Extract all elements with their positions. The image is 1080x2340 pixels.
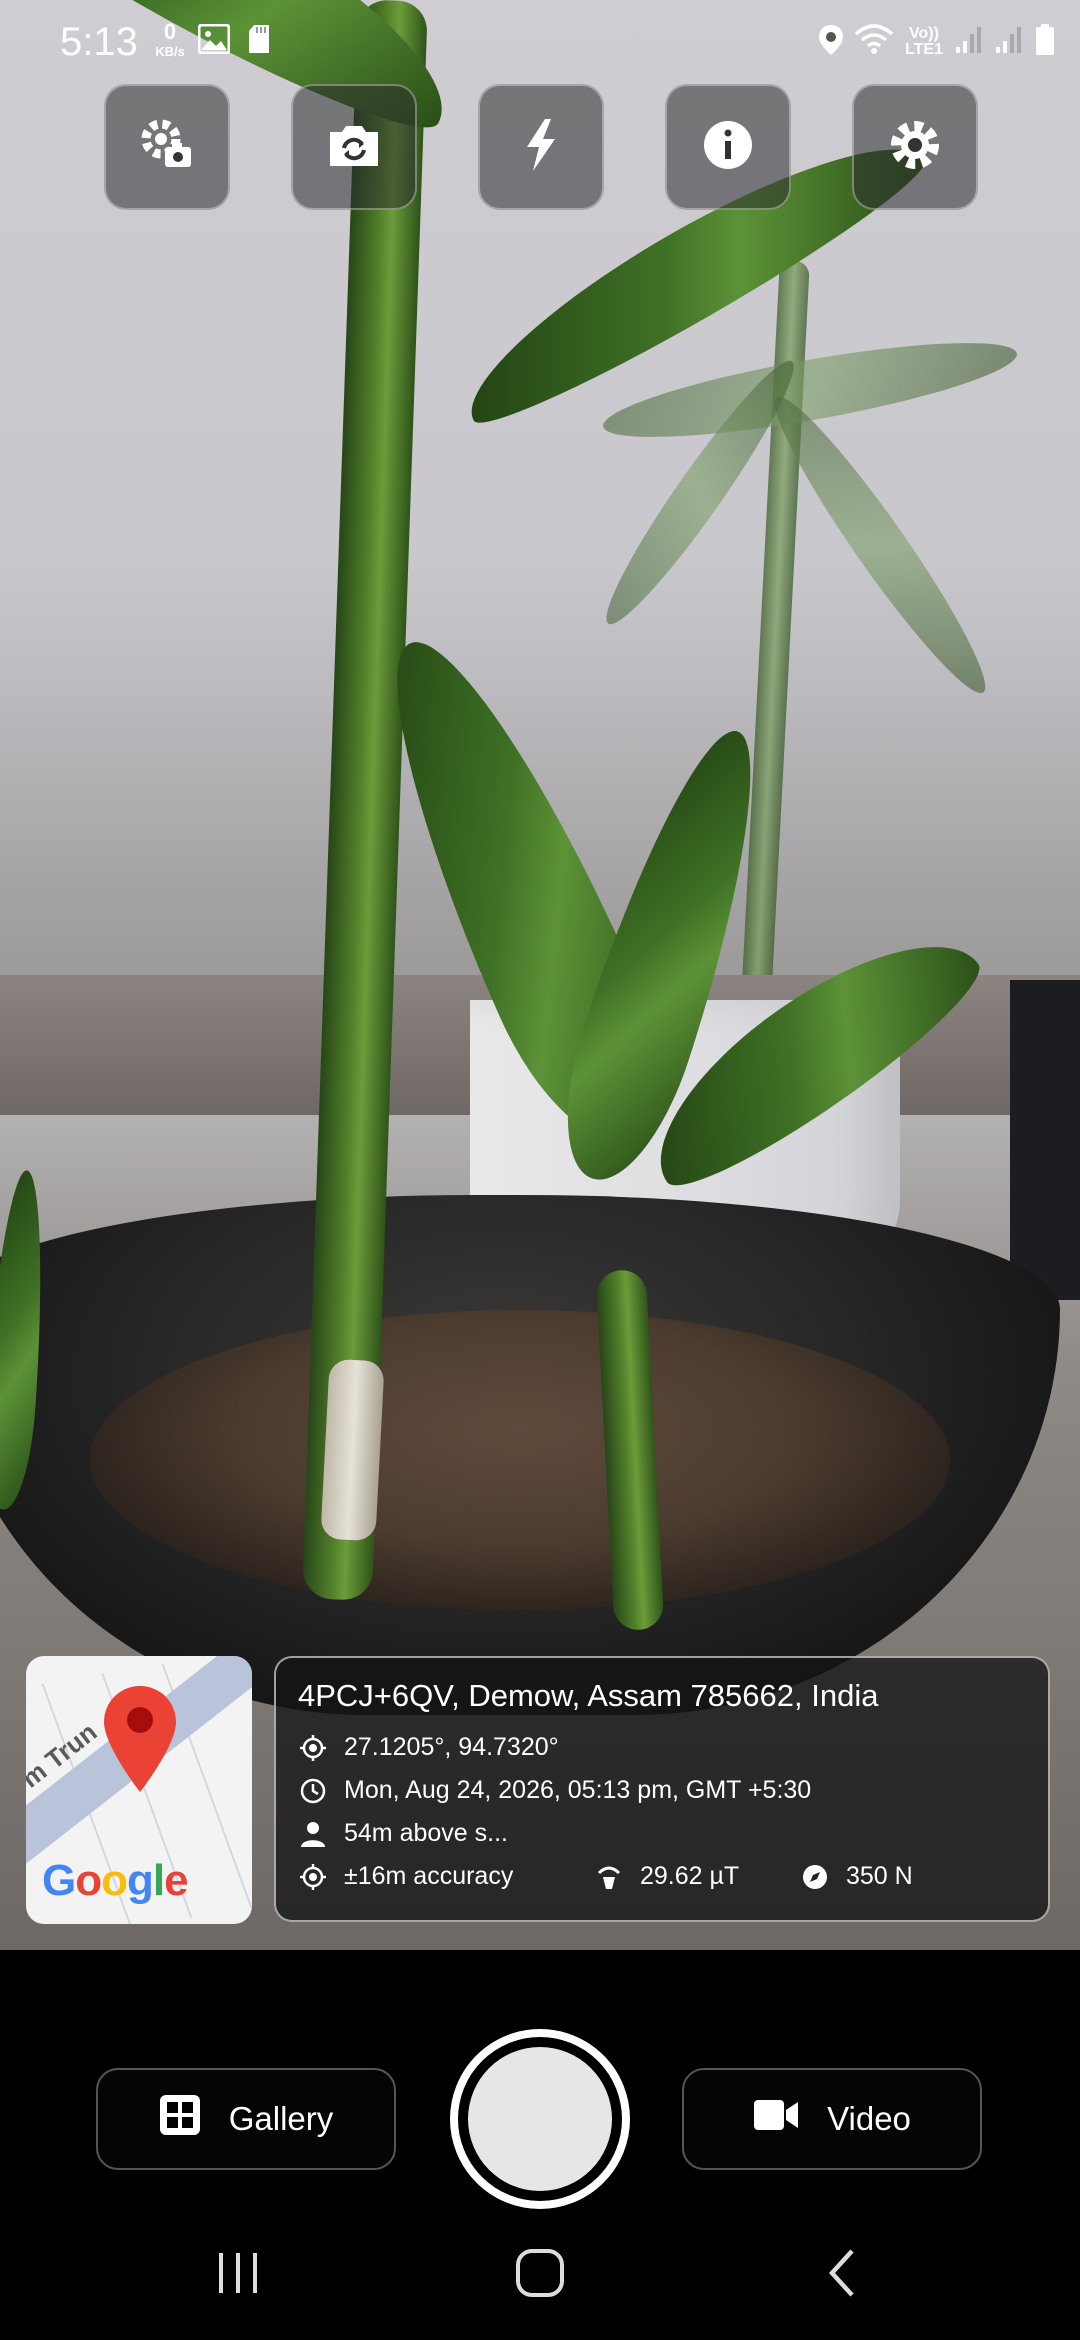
network-speed: 0 KB/s: [150, 19, 190, 62]
magnetic-field-text: 29.62 µT: [640, 1862, 740, 1890]
recent-apps-icon: [215, 2251, 261, 2300]
home-button[interactable]: [500, 2240, 580, 2310]
gear-icon: [888, 118, 942, 177]
sd-card-icon: [248, 24, 270, 59]
camera-settings-button[interactable]: [104, 84, 230, 210]
altitude-row: 54m above s...: [298, 1812, 1026, 1855]
location-info-panel[interactable]: 4PCJ+6QV, Demow, Assam 785662, India 27.…: [274, 1656, 1050, 1922]
shutter-inner: [468, 2047, 612, 2191]
camera-gear-icon: [139, 117, 195, 178]
flash-button[interactable]: [478, 84, 604, 210]
clock-icon: [298, 1776, 328, 1806]
accuracy-group: ±16m accuracy: [298, 1862, 594, 1892]
map-pin-icon: [102, 1684, 178, 1799]
coordinates-text: 27.1205°, 94.7320°: [344, 1733, 559, 1761]
sensor-row: ±16m accuracy 29.62 µT 350 N: [298, 1855, 1026, 1898]
stalk-base: [320, 1358, 385, 1542]
status-right-icons: Vo)) LTE1: [818, 20, 1056, 64]
video-button[interactable]: Video: [682, 2068, 982, 2170]
location-icon: [818, 24, 844, 61]
dark-pot: [1010, 980, 1080, 1300]
info-button[interactable]: [665, 84, 791, 210]
gallery-button[interactable]: Gallery: [96, 2068, 396, 2170]
network-speed-unit: KB/s: [155, 44, 185, 59]
compass-group: 350 N: [800, 1862, 913, 1892]
video-label: Video: [827, 2100, 911, 2137]
camera-switch-icon: [326, 120, 382, 175]
home-icon: [515, 2248, 565, 2303]
compass-icon: [800, 1862, 830, 1892]
network-speed-value: 0: [163, 19, 177, 44]
back-button[interactable]: [802, 2240, 882, 2310]
map-thumbnail[interactable]: m Trun Google: [26, 1656, 252, 1924]
settings-button[interactable]: [852, 84, 978, 210]
info-icon: [702, 119, 754, 176]
coordinates-row: 27.1205°, 94.7320°: [298, 1726, 1026, 1769]
accuracy-text: ±16m accuracy: [344, 1862, 514, 1890]
datetime-text: Mon, Aug 24, 2026, 05:13 pm, GMT +5:30: [344, 1776, 812, 1804]
signal-strength-icon: [954, 25, 984, 60]
altitude-text: 54m above s...: [344, 1819, 508, 1847]
switch-camera-button[interactable]: [291, 84, 417, 210]
recent-apps-button[interactable]: [198, 2240, 278, 2310]
gallery-grid-icon: [159, 2094, 201, 2144]
address-text: 4PCJ+6QV, Demow, Assam 785662, India: [298, 1678, 879, 1713]
datetime-row: Mon, Aug 24, 2026, 05:13 pm, GMT +5:30: [298, 1769, 1026, 1812]
gallery-label: Gallery: [228, 2100, 334, 2137]
soil: [90, 1310, 950, 1610]
accuracy-crosshair-icon: [298, 1862, 328, 1892]
magnetic-field-icon: [594, 1862, 624, 1892]
status-time: 5:13: [60, 20, 138, 64]
person-icon: [298, 1819, 328, 1849]
flash-icon: [521, 117, 561, 178]
network-type-label: Vo)) LTE1: [905, 25, 943, 58]
battery-icon: [1034, 23, 1056, 62]
shutter-button[interactable]: [450, 2029, 630, 2209]
compass-text: 350 N: [846, 1862, 913, 1890]
signal-strength-icon-2: [994, 25, 1024, 60]
magnetic-group: 29.62 µT: [594, 1862, 800, 1892]
google-logo: Google: [42, 1856, 189, 1905]
gallery-notification-icon: [197, 23, 231, 59]
back-chevron-icon: [826, 2248, 858, 2302]
wifi-icon: [854, 23, 894, 61]
status-bar: 5:13 0 KB/s Vo)) LTE1: [0, 0, 1080, 84]
crosshair-icon: [298, 1733, 328, 1763]
video-camera-icon: [753, 2098, 799, 2140]
